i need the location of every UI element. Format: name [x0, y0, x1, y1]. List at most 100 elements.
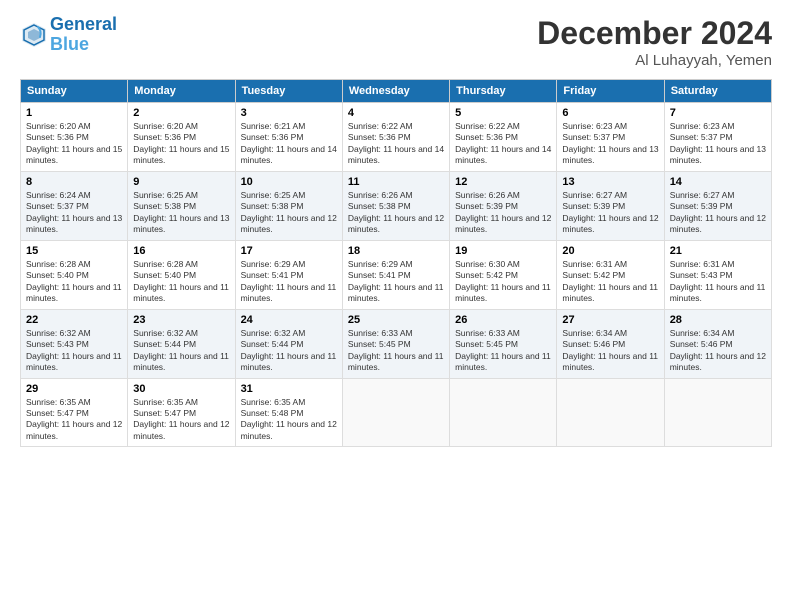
day-number: 12 — [455, 176, 551, 188]
day-number: 21 — [670, 245, 766, 257]
table-row: 31 Sunrise: 6:35 AMSunset: 5:48 PMDaylig… — [235, 378, 342, 447]
day-number: 29 — [26, 383, 122, 395]
day-info: Sunrise: 6:20 AMSunset: 5:36 PMDaylight:… — [26, 121, 122, 167]
day-info: Sunrise: 6:33 AMSunset: 5:45 PMDaylight:… — [348, 328, 444, 374]
day-number: 15 — [26, 245, 122, 257]
day-number: 9 — [133, 176, 229, 188]
day-info: Sunrise: 6:35 AMSunset: 5:47 PMDaylight:… — [133, 397, 229, 443]
page: General Blue December 2024 Al Luhayyah, … — [0, 0, 792, 457]
day-number: 27 — [562, 314, 658, 326]
day-number: 8 — [26, 176, 122, 188]
table-row: 26 Sunrise: 6:33 AMSunset: 5:45 PMDaylig… — [450, 309, 557, 378]
table-row: 2 Sunrise: 6:20 AMSunset: 5:36 PMDayligh… — [128, 103, 235, 172]
day-info: Sunrise: 6:32 AMSunset: 5:43 PMDaylight:… — [26, 328, 122, 374]
table-row — [342, 378, 449, 447]
day-info: Sunrise: 6:29 AMSunset: 5:41 PMDaylight:… — [241, 259, 337, 305]
table-row: 16 Sunrise: 6:28 AMSunset: 5:40 PMDaylig… — [128, 240, 235, 309]
table-row: 23 Sunrise: 6:32 AMSunset: 5:44 PMDaylig… — [128, 309, 235, 378]
table-row: 29 Sunrise: 6:35 AMSunset: 5:47 PMDaylig… — [21, 378, 128, 447]
logo-line1: General — [50, 14, 117, 34]
month-title: December 2024 — [537, 15, 772, 52]
table-row: 22 Sunrise: 6:32 AMSunset: 5:43 PMDaylig… — [21, 309, 128, 378]
day-info: Sunrise: 6:28 AMSunset: 5:40 PMDaylight:… — [133, 259, 229, 305]
table-row — [664, 378, 771, 447]
logo-text: General Blue — [50, 15, 117, 55]
table-row: 4 Sunrise: 6:22 AMSunset: 5:36 PMDayligh… — [342, 103, 449, 172]
title-block: December 2024 Al Luhayyah, Yemen — [537, 15, 772, 69]
day-info: Sunrise: 6:33 AMSunset: 5:45 PMDaylight:… — [455, 328, 551, 374]
table-row: 5 Sunrise: 6:22 AMSunset: 5:36 PMDayligh… — [450, 103, 557, 172]
table-row: 7 Sunrise: 6:23 AMSunset: 5:37 PMDayligh… — [664, 103, 771, 172]
day-number: 14 — [670, 176, 766, 188]
day-info: Sunrise: 6:25 AMSunset: 5:38 PMDaylight:… — [133, 190, 229, 236]
calendar-week-1: 1 Sunrise: 6:20 AMSunset: 5:36 PMDayligh… — [21, 103, 772, 172]
table-row: 17 Sunrise: 6:29 AMSunset: 5:41 PMDaylig… — [235, 240, 342, 309]
day-number: 19 — [455, 245, 551, 257]
day-number: 10 — [241, 176, 337, 188]
day-info: Sunrise: 6:28 AMSunset: 5:40 PMDaylight:… — [26, 259, 122, 305]
table-row: 9 Sunrise: 6:25 AMSunset: 5:38 PMDayligh… — [128, 171, 235, 240]
table-row: 15 Sunrise: 6:28 AMSunset: 5:40 PMDaylig… — [21, 240, 128, 309]
table-row: 30 Sunrise: 6:35 AMSunset: 5:47 PMDaylig… — [128, 378, 235, 447]
day-number: 30 — [133, 383, 229, 395]
day-number: 31 — [241, 383, 337, 395]
day-info: Sunrise: 6:34 AMSunset: 5:46 PMDaylight:… — [562, 328, 658, 374]
day-info: Sunrise: 6:31 AMSunset: 5:42 PMDaylight:… — [562, 259, 658, 305]
table-row: 27 Sunrise: 6:34 AMSunset: 5:46 PMDaylig… — [557, 309, 664, 378]
table-row — [557, 378, 664, 447]
col-tuesday: Tuesday — [235, 80, 342, 103]
day-info: Sunrise: 6:30 AMSunset: 5:42 PMDaylight:… — [455, 259, 551, 305]
day-number: 17 — [241, 245, 337, 257]
table-row: 8 Sunrise: 6:24 AMSunset: 5:37 PMDayligh… — [21, 171, 128, 240]
day-number: 2 — [133, 107, 229, 119]
col-thursday: Thursday — [450, 80, 557, 103]
day-info: Sunrise: 6:22 AMSunset: 5:36 PMDaylight:… — [348, 121, 444, 167]
day-info: Sunrise: 6:21 AMSunset: 5:36 PMDaylight:… — [241, 121, 337, 167]
table-row: 1 Sunrise: 6:20 AMSunset: 5:36 PMDayligh… — [21, 103, 128, 172]
col-wednesday: Wednesday — [342, 80, 449, 103]
table-row: 24 Sunrise: 6:32 AMSunset: 5:44 PMDaylig… — [235, 309, 342, 378]
table-row: 12 Sunrise: 6:26 AMSunset: 5:39 PMDaylig… — [450, 171, 557, 240]
calendar-week-2: 8 Sunrise: 6:24 AMSunset: 5:37 PMDayligh… — [21, 171, 772, 240]
day-number: 16 — [133, 245, 229, 257]
day-number: 13 — [562, 176, 658, 188]
day-info: Sunrise: 6:35 AMSunset: 5:47 PMDaylight:… — [26, 397, 122, 443]
day-info: Sunrise: 6:34 AMSunset: 5:46 PMDaylight:… — [670, 328, 766, 374]
logo-line2: Blue — [50, 34, 89, 54]
table-row: 18 Sunrise: 6:29 AMSunset: 5:41 PMDaylig… — [342, 240, 449, 309]
day-info: Sunrise: 6:24 AMSunset: 5:37 PMDaylight:… — [26, 190, 122, 236]
col-monday: Monday — [128, 80, 235, 103]
table-row: 13 Sunrise: 6:27 AMSunset: 5:39 PMDaylig… — [557, 171, 664, 240]
table-row: 28 Sunrise: 6:34 AMSunset: 5:46 PMDaylig… — [664, 309, 771, 378]
day-number: 7 — [670, 107, 766, 119]
day-number: 1 — [26, 107, 122, 119]
day-info: Sunrise: 6:31 AMSunset: 5:43 PMDaylight:… — [670, 259, 766, 305]
day-info: Sunrise: 6:27 AMSunset: 5:39 PMDaylight:… — [562, 190, 658, 236]
calendar-week-3: 15 Sunrise: 6:28 AMSunset: 5:40 PMDaylig… — [21, 240, 772, 309]
day-number: 11 — [348, 176, 444, 188]
calendar-header-row: Sunday Monday Tuesday Wednesday Thursday… — [21, 80, 772, 103]
col-saturday: Saturday — [664, 80, 771, 103]
day-info: Sunrise: 6:29 AMSunset: 5:41 PMDaylight:… — [348, 259, 444, 305]
day-number: 6 — [562, 107, 658, 119]
day-info: Sunrise: 6:20 AMSunset: 5:36 PMDaylight:… — [133, 121, 229, 167]
col-sunday: Sunday — [21, 80, 128, 103]
day-info: Sunrise: 6:35 AMSunset: 5:48 PMDaylight:… — [241, 397, 337, 443]
day-number: 24 — [241, 314, 337, 326]
day-info: Sunrise: 6:25 AMSunset: 5:38 PMDaylight:… — [241, 190, 337, 236]
table-row: 20 Sunrise: 6:31 AMSunset: 5:42 PMDaylig… — [557, 240, 664, 309]
table-row: 19 Sunrise: 6:30 AMSunset: 5:42 PMDaylig… — [450, 240, 557, 309]
day-number: 3 — [241, 107, 337, 119]
table-row: 6 Sunrise: 6:23 AMSunset: 5:37 PMDayligh… — [557, 103, 664, 172]
day-number: 23 — [133, 314, 229, 326]
day-number: 25 — [348, 314, 444, 326]
day-number: 18 — [348, 245, 444, 257]
day-info: Sunrise: 6:22 AMSunset: 5:36 PMDaylight:… — [455, 121, 551, 167]
calendar-week-5: 29 Sunrise: 6:35 AMSunset: 5:47 PMDaylig… — [21, 378, 772, 447]
day-number: 5 — [455, 107, 551, 119]
day-info: Sunrise: 6:23 AMSunset: 5:37 PMDaylight:… — [562, 121, 658, 167]
table-row: 21 Sunrise: 6:31 AMSunset: 5:43 PMDaylig… — [664, 240, 771, 309]
table-row: 10 Sunrise: 6:25 AMSunset: 5:38 PMDaylig… — [235, 171, 342, 240]
day-number: 20 — [562, 245, 658, 257]
day-info: Sunrise: 6:26 AMSunset: 5:38 PMDaylight:… — [348, 190, 444, 236]
